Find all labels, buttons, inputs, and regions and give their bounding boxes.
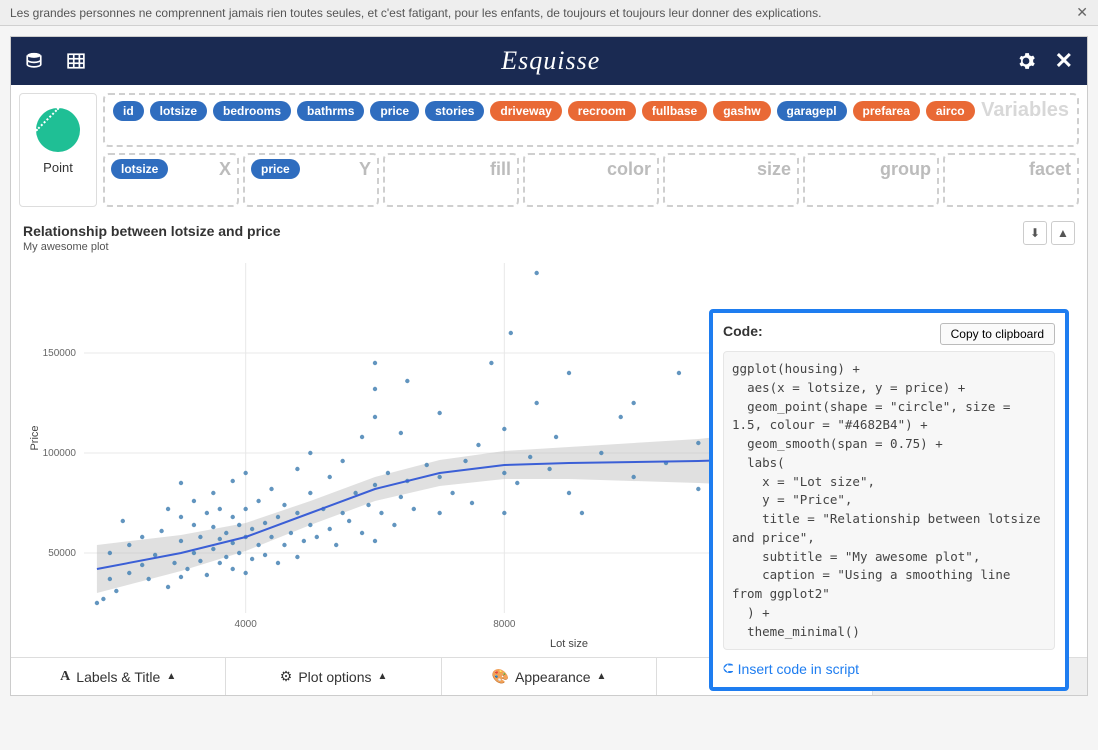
pill-x[interactable]: lotsize — [111, 159, 168, 179]
aes-size-dropzone[interactable]: size — [663, 153, 799, 207]
palette-icon: 🎨 — [492, 668, 509, 685]
svg-text:Lot size: Lot size — [550, 638, 588, 650]
variables-dropzone[interactable]: Variables id lotsize bedrooms bathrms prices… — [103, 93, 1079, 147]
geom-label: Point — [24, 160, 92, 175]
variable-pill-prefarea[interactable]: prefarea — [853, 101, 920, 121]
collapse-icon[interactable]: ▲ — [1051, 221, 1075, 245]
insert-code-link[interactable]: ⮈ Insert code in script — [723, 660, 1055, 677]
font-icon: A — [60, 669, 70, 685]
info-message: Les grandes personnes ne comprennent jam… — [10, 6, 821, 20]
variable-pill-driveway[interactable]: driveway — [490, 101, 561, 121]
plot-subtitle: My awesome plot — [23, 241, 1075, 253]
info-bar: Les grandes personnes ne comprennent jam… — [0, 0, 1098, 26]
variable-pill-bedrooms[interactable]: bedrooms — [213, 101, 291, 121]
variable-pill-stories[interactable]: stories — [425, 101, 484, 121]
svg-text:50000: 50000 — [48, 548, 76, 559]
variable-pill-bathrms[interactable]: bathrms — [297, 101, 364, 121]
svg-text:150000: 150000 — [43, 348, 77, 359]
arrow-left-circle-icon: ⮈ — [723, 660, 734, 677]
info-close-icon[interactable]: ✕ — [1076, 4, 1088, 21]
aes-x-dropzone[interactable]: lotsize X — [103, 153, 239, 207]
tab-appearance[interactable]: 🎨Appearance▲ — [442, 658, 657, 695]
close-icon[interactable]: ✕ — [1055, 48, 1073, 74]
svg-text:100000: 100000 — [43, 448, 77, 459]
variable-pill-airco[interactable]: airco — [926, 101, 975, 121]
svg-text:8000: 8000 — [493, 619, 516, 630]
svg-text:Price: Price — [29, 425, 41, 450]
variable-pill-garagepl[interactable]: garagepl — [777, 101, 847, 121]
variable-pill-recroom[interactable]: recroom — [568, 101, 636, 121]
aesthetics-row: lotsize X price Y fill color size group … — [103, 153, 1079, 207]
gear-icon[interactable] — [1017, 52, 1035, 70]
aes-y-dropzone[interactable]: price Y — [243, 153, 379, 207]
variables-label: Variables — [981, 99, 1069, 122]
table-icon[interactable] — [67, 52, 85, 70]
variable-pill-id[interactable]: id — [113, 101, 144, 121]
pill-y[interactable]: price — [251, 159, 300, 179]
variable-pill-lotsize[interactable]: lotsize — [150, 101, 207, 121]
variable-pill-fullbase[interactable]: fullbase — [642, 101, 707, 121]
database-icon[interactable] — [25, 52, 43, 70]
aes-color-dropzone[interactable]: color — [523, 153, 659, 207]
toolbelt: Point Variables id lotsize bedrooms bathrms… — [11, 85, 1087, 215]
geom-card[interactable]: Point — [19, 93, 97, 207]
code-title: Code: — [723, 323, 763, 339]
variable-pill-gashw[interactable]: gashw — [713, 101, 770, 121]
svg-text:4000: 4000 — [235, 619, 258, 630]
code-panel: Code: Copy to clipboard ggplot(housing) … — [709, 309, 1069, 691]
gears-icon: ⚙ — [280, 668, 293, 685]
aes-group-dropzone[interactable]: group — [803, 153, 939, 207]
copy-clipboard-button[interactable]: Copy to clipboard — [940, 323, 1055, 345]
aes-facet-dropzone[interactable]: facet — [943, 153, 1079, 207]
plot-title: Relationship between lotsize and price — [23, 223, 1075, 239]
tab-labels-title[interactable]: ALabels & Title▲ — [11, 658, 226, 695]
aes-fill-dropzone[interactable]: fill — [383, 153, 519, 207]
plot-area: Relationship between lotsize and price M… — [11, 215, 1087, 657]
geom-point-icon — [36, 108, 80, 152]
app-window: Esquisse ✕ Point Variables id lotsize bedr… — [10, 36, 1088, 696]
variable-pill-price[interactable]: price — [370, 101, 419, 121]
code-body[interactable]: ggplot(housing) + aes(x = lotsize, y = p… — [723, 351, 1055, 650]
tab-plot-options[interactable]: ⚙Plot options▲ — [226, 658, 441, 695]
header-bar: Esquisse ✕ — [11, 37, 1087, 85]
download-icon[interactable]: ⬇ — [1023, 221, 1047, 245]
app-title: Esquisse — [85, 46, 1017, 76]
